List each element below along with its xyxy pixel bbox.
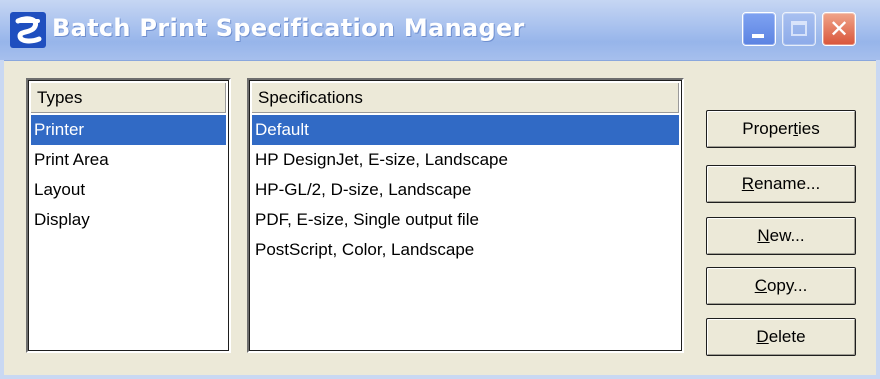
close-icon: ✕ bbox=[828, 15, 850, 43]
specifications-list: Default HP DesignJet, E-size, Landscape … bbox=[252, 115, 679, 265]
specifications-column-header[interactable]: Specifications bbox=[252, 83, 679, 113]
spec-item-default[interactable]: Default bbox=[252, 115, 679, 145]
specifications-listbox[interactable]: Specifications Default HP DesignJet, E-s… bbox=[247, 78, 684, 353]
close-button[interactable]: ✕ bbox=[822, 12, 856, 46]
spec-item-hp-gl2[interactable]: HP-GL/2, D-size, Landscape bbox=[252, 175, 679, 205]
properties-label-pre: Proper bbox=[742, 119, 794, 138]
copy-mnemonic: C bbox=[754, 276, 767, 295]
window-frame-left bbox=[0, 60, 4, 379]
maximize-button[interactable] bbox=[782, 12, 816, 46]
types-item-display[interactable]: Display bbox=[31, 205, 226, 235]
window-frame-right bbox=[876, 60, 880, 379]
new-mnemonic: N bbox=[757, 226, 770, 245]
spec-item-hp-designjet[interactable]: HP DesignJet, E-size, Landscape bbox=[252, 145, 679, 175]
minimize-icon bbox=[752, 34, 764, 38]
copy-button[interactable]: Copy... bbox=[706, 267, 856, 305]
minimize-button[interactable] bbox=[742, 12, 776, 46]
rename-button[interactable]: Rename... bbox=[706, 165, 856, 203]
properties-label-post: ies bbox=[798, 119, 820, 138]
properties-button[interactable]: Properties bbox=[706, 110, 856, 148]
delete-mnemonic: D bbox=[756, 327, 769, 346]
new-label-post: ew... bbox=[769, 226, 805, 245]
rename-label-post: ename... bbox=[754, 174, 821, 193]
delete-button[interactable]: Delete bbox=[706, 318, 856, 356]
delete-label-post: elete bbox=[768, 327, 806, 346]
window-title: Batch Print Specification Manager bbox=[52, 14, 525, 42]
copy-label-post: opy... bbox=[766, 276, 808, 295]
types-item-printer[interactable]: Printer bbox=[31, 115, 226, 145]
microstation-app-icon bbox=[10, 12, 46, 48]
maximize-icon bbox=[791, 21, 807, 36]
batch-print-window: Batch Print Specification Manager ✕ Type… bbox=[0, 0, 880, 379]
types-item-layout[interactable]: Layout bbox=[31, 175, 226, 205]
window-frame-bottom bbox=[0, 375, 880, 379]
types-column-header[interactable]: Types bbox=[31, 83, 226, 113]
spec-item-postscript[interactable]: PostScript, Color, Landscape bbox=[252, 235, 679, 265]
types-listbox[interactable]: Types Printer Print Area Layout Display bbox=[26, 78, 231, 353]
types-list: Printer Print Area Layout Display bbox=[31, 115, 226, 235]
title-bar[interactable]: Batch Print Specification Manager ✕ bbox=[0, 0, 880, 61]
spec-item-pdf[interactable]: PDF, E-size, Single output file bbox=[252, 205, 679, 235]
rename-mnemonic: R bbox=[741, 174, 755, 193]
new-button[interactable]: New... bbox=[706, 217, 856, 255]
types-item-print-area[interactable]: Print Area bbox=[31, 145, 226, 175]
